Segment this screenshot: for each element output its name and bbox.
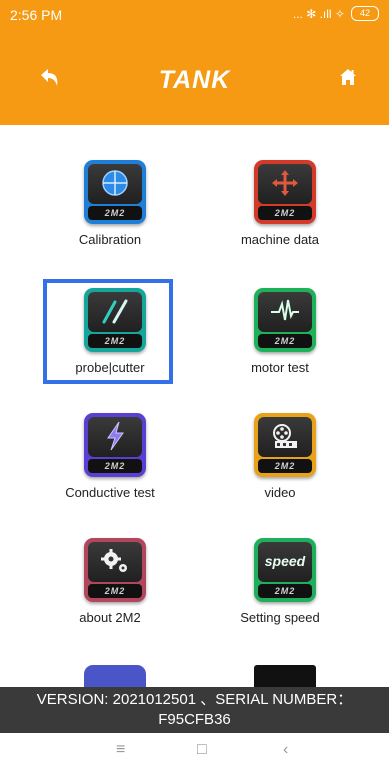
motor-test-tile: 2M2 xyxy=(254,288,316,352)
app-header: 2:56 PM ... ✻ .ıll ✧ 42 TANK xyxy=(0,0,389,125)
tile-brand: 2M2 xyxy=(88,459,142,473)
menu-item-video[interactable]: 2M2 video xyxy=(200,413,360,533)
selection-highlight xyxy=(43,279,173,384)
tile-brand: 2M2 xyxy=(258,206,312,220)
tile-brand: 2M2 xyxy=(88,584,142,598)
speed-icon: speed xyxy=(254,544,316,578)
calibration-tile: 2M2 xyxy=(84,160,146,224)
about-2m2-tile: 2M2 xyxy=(84,538,146,602)
waveform-icon xyxy=(254,294,316,328)
video-tile: 2M2 xyxy=(254,413,316,477)
move-arrows-icon xyxy=(254,166,316,200)
menu-item-calibration[interactable]: 2M2 Calibration xyxy=(30,160,190,280)
tile-brand: 2M2 xyxy=(258,459,312,473)
status-bar: 2:56 PM ... ✻ .ıll ✧ 42 xyxy=(0,0,389,32)
version-line: VERSION: 2021012501 、SERIAL NUMBER： xyxy=(36,691,353,708)
app-title: TANK xyxy=(158,66,231,94)
version-bar: VERSION: 2021012501 、SERIAL NUMBER： F95C… xyxy=(0,687,389,733)
menu-label: Conductive test xyxy=(65,485,155,500)
back-nav-button[interactable]: ‹ xyxy=(283,741,288,759)
tile-brand: 2M2 xyxy=(258,334,312,348)
home-button[interactable] xyxy=(335,64,361,90)
menu-item-setting-speed[interactable]: speed 2M2 Setting speed xyxy=(200,538,360,658)
crosshair-icon xyxy=(84,166,146,200)
status-icons: ... ✻ .ıll ✧ 42 xyxy=(293,6,379,21)
conductive-test-tile: 2M2 xyxy=(84,413,146,477)
menu-label: about 2M2 xyxy=(79,610,141,625)
home-nav-button[interactable]: □ xyxy=(197,741,207,759)
battery-icon: 42 xyxy=(351,6,379,21)
home-icon xyxy=(340,69,356,85)
gears-icon xyxy=(84,544,146,578)
menu-nav-button[interactable]: ≡ xyxy=(116,741,125,759)
menu-item-motor-test[interactable]: 2M2 motor test xyxy=(200,288,360,408)
menu-item-about-2m2[interactable]: 2M2 about 2M2 xyxy=(30,538,190,658)
menu-item-machine-data[interactable]: 2M2 machine data xyxy=(200,160,360,280)
tile-brand: 2M2 xyxy=(88,206,142,220)
system-nav-bar: ≡ □ ‹ xyxy=(0,733,389,768)
tile-brand: 2M2 xyxy=(258,584,312,598)
film-reel-icon xyxy=(254,419,316,453)
menu-label: Calibration xyxy=(78,232,142,247)
lightning-icon xyxy=(84,419,146,453)
signal-wifi-icons: ... ✻ .ıll ✧ xyxy=(292,6,345,21)
menu-label: machine data xyxy=(240,232,320,247)
serial-number: F95CFB36 xyxy=(158,711,231,728)
menu-item-partial-left[interactable] xyxy=(84,665,146,687)
machine-data-tile: 2M2 xyxy=(254,160,316,224)
speed-text: speed xyxy=(264,553,306,569)
menu-item-partial-right[interactable] xyxy=(254,665,316,687)
status-time: 2:56 PM xyxy=(10,7,63,23)
menu-label: motor test xyxy=(251,360,309,375)
menu-label: Setting speed xyxy=(240,610,320,625)
menu-label: video xyxy=(264,485,296,500)
setting-speed-tile: speed 2M2 xyxy=(254,538,316,602)
menu-item-conductive-test[interactable]: 2M2 Conductive test xyxy=(30,413,190,533)
